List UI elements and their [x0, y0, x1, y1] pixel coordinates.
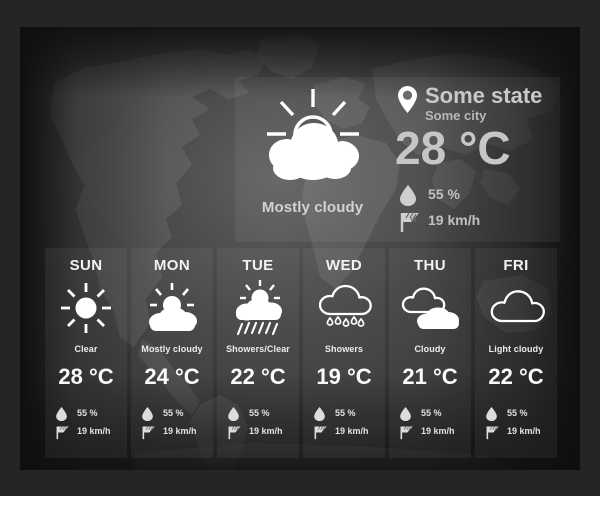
forecast-humidity-row: 55 %: [142, 406, 214, 424]
forecast-humidity-row: 55 %: [314, 406, 386, 424]
forecast-card-thu[interactable]: THU Cloudy 21 °C 55 % 19 km/h: [389, 248, 471, 458]
forecast-wind-row: 19 km/h: [142, 424, 214, 442]
forecast-metrics: 55 % 19 km/h: [142, 406, 214, 442]
forecast-condition: Light cloudy: [488, 344, 544, 354]
rain-cloud-outline-icon: [303, 280, 385, 336]
forecast-day-label: FRI: [503, 257, 529, 274]
forecast-wind-value: 19 km/h: [507, 426, 541, 436]
forecast-humidity-value: 55 %: [77, 408, 98, 418]
forecast-humidity-value: 55 %: [163, 408, 184, 418]
forecast-wind-value: 19 km/h: [249, 426, 283, 436]
forecast-metrics: 55 % 19 km/h: [314, 406, 386, 442]
forecast-humidity-value: 55 %: [507, 408, 528, 418]
humidity-value: 55 %: [428, 186, 460, 202]
forecast-metrics: 55 % 19 km/h: [400, 406, 472, 442]
forecast-wind-row: 19 km/h: [56, 424, 128, 442]
forecast-strip: SUN Clear 28 °C 55 % 19 km/h MON Mostly …: [45, 248, 557, 458]
forecast-card-mon[interactable]: MON Mostly cloudy 24 °C 55 % 19 km/h: [131, 248, 213, 458]
forecast-card-fri[interactable]: FRI Light cloudy 22 °C 55 % 19 km/h: [475, 248, 557, 458]
forecast-humidity-row: 55 %: [228, 406, 300, 424]
forecast-card-wed[interactable]: WED Showers 19 °C 55 % 19 km/h: [303, 248, 385, 458]
forecast-wind-value: 19 km/h: [421, 426, 455, 436]
forecast-humidity-value: 55 %: [249, 408, 270, 418]
forecast-metrics: 55 % 19 km/h: [56, 406, 128, 442]
weather-widget: Mostly cloudy Some state Some city 28 °C: [0, 0, 600, 496]
wind-flag-icon: [56, 425, 70, 445]
current-temperature: 28 °C: [395, 122, 511, 174]
forecast-wind-row: 19 km/h: [314, 424, 386, 442]
forecast-temperature: 21 °C: [402, 364, 458, 389]
forecast-temperature: 24 °C: [144, 364, 200, 389]
forecast-condition: Cloudy: [414, 344, 446, 354]
wind-flag-icon: [142, 425, 156, 445]
forecast-day-label: TUE: [242, 257, 274, 274]
current-icon-column: Mostly cloudy: [235, 77, 390, 242]
widget-stage: Mostly cloudy Some state Some city 28 °C: [20, 27, 580, 470]
page-bottom-margin: [0, 496, 600, 506]
forecast-humidity-value: 55 %: [335, 408, 356, 418]
forecast-condition: Mostly cloudy: [141, 344, 203, 354]
forecast-humidity-value: 55 %: [421, 408, 442, 418]
forecast-metrics: 55 % 19 km/h: [228, 406, 300, 442]
forecast-condition: Showers/Clear: [226, 344, 290, 354]
forecast-wind-row: 19 km/h: [228, 424, 300, 442]
wind-flag-icon: [400, 425, 414, 445]
water-droplet-icon: [400, 185, 416, 210]
forecast-condition: Clear: [74, 344, 98, 354]
forecast-wind-value: 19 km/h: [335, 426, 369, 436]
forecast-wind-row: 19 km/h: [486, 424, 558, 442]
wind-flag-icon: [228, 425, 242, 445]
current-info-column: Some state Some city 28 °C 55 % 19 km/h: [395, 83, 560, 242]
forecast-humidity-row: 55 %: [486, 406, 558, 424]
wind-flag-icon: [314, 425, 328, 445]
state-name: Some state: [425, 83, 543, 108]
forecast-day-label: THU: [413, 257, 447, 274]
forecast-day-label: MON: [153, 257, 191, 274]
forecast-day-label: WED: [325, 257, 363, 274]
forecast-wind-row: 19 km/h: [400, 424, 472, 442]
current-weather-card: Mostly cloudy Some state Some city 28 °C: [235, 77, 560, 242]
forecast-temperature: 28 °C: [58, 364, 114, 389]
forecast-temperature: 22 °C: [230, 364, 286, 389]
forecast-card-sun[interactable]: SUN Clear 28 °C 55 % 19 km/h: [45, 248, 127, 458]
wind-flag-icon: [486, 425, 500, 445]
wind-flag-icon: [400, 212, 421, 237]
forecast-day-label: SUN: [69, 257, 103, 274]
wind-row: 19 km/h: [400, 211, 480, 233]
sun-icon: [45, 280, 127, 336]
forecast-humidity-row: 55 %: [56, 406, 128, 424]
humidity-row: 55 %: [400, 185, 460, 210]
forecast-temperature: 22 °C: [488, 364, 544, 389]
city-name: Some city: [425, 108, 487, 123]
cloud-outline-icon: [475, 280, 557, 336]
forecast-wind-value: 19 km/h: [77, 426, 111, 436]
double-cloud-icon: [389, 280, 471, 336]
forecast-wind-value: 19 km/h: [163, 426, 197, 436]
current-condition-label: Mostly cloudy: [261, 199, 364, 216]
forecast-card-tue[interactable]: TUE Showers/Clear 22 °C 55 % 19 km/h: [217, 248, 299, 458]
forecast-metrics: 55 % 19 km/h: [486, 406, 558, 442]
forecast-temperature: 19 °C: [316, 364, 372, 389]
forecast-humidity-row: 55 %: [400, 406, 472, 424]
map-pin-icon: [398, 86, 417, 118]
sun-behind-rain-cloud-icon: [217, 280, 299, 336]
sun-behind-cloud-icon: [131, 280, 213, 336]
sun-behind-cloud-icon: [257, 83, 369, 198]
wind-value: 19 km/h: [428, 212, 481, 228]
forecast-condition: Showers: [324, 344, 364, 354]
